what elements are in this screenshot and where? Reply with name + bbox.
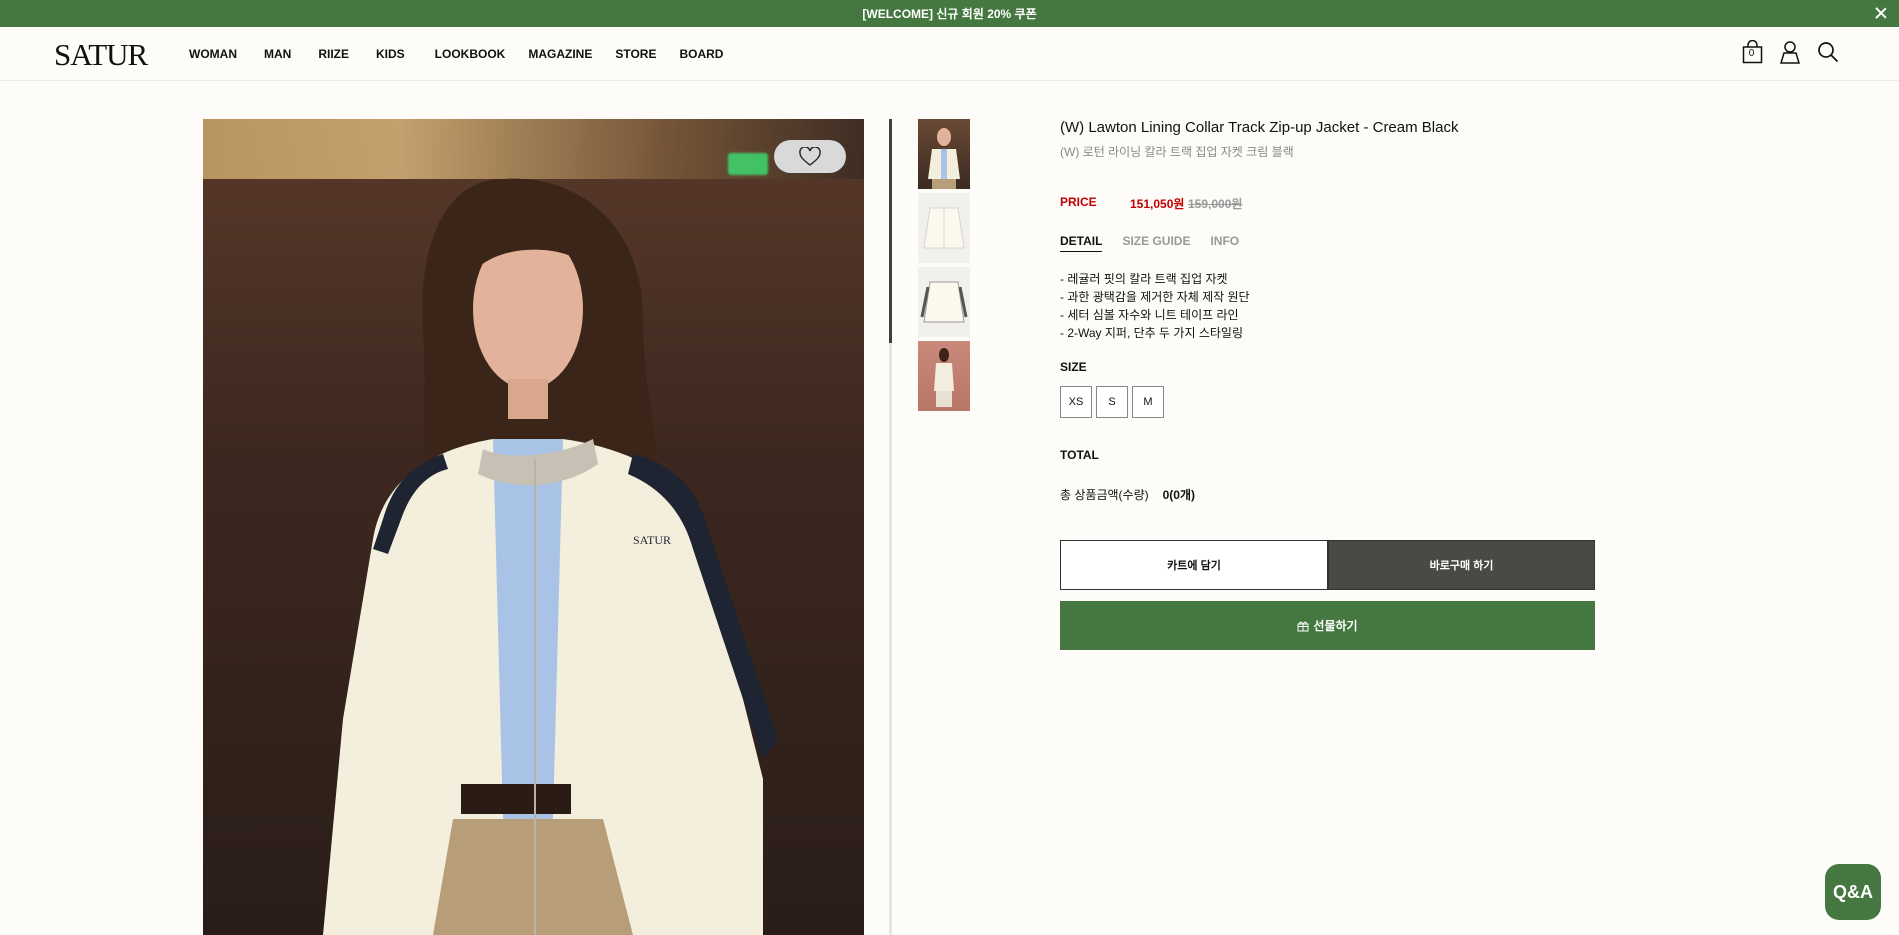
nav-man[interactable]: MAN (264, 47, 291, 61)
size-options: XS S M (1060, 386, 1164, 418)
thumbnail-3[interactable] (918, 267, 970, 337)
model-photo: SATUR (323, 178, 778, 935)
thumbnail-2[interactable] (918, 193, 970, 263)
gift-icon (1297, 621, 1309, 631)
total-amount-value: 0(0개) (1162, 488, 1195, 502)
add-to-cart-button[interactable]: 카트에 담기 (1060, 540, 1328, 590)
svg-text:SATUR: SATUR (633, 533, 671, 547)
close-icon[interactable] (1871, 3, 1891, 23)
product-tabs: DETAIL SIZE GUIDE INFO (1060, 234, 1239, 252)
detail-item: - 2-Way 지퍼, 단추 두 가지 스타일링 (1060, 326, 1243, 340)
satur-logo[interactable]: SATUR (54, 37, 148, 73)
detail-item: - 레귤러 핏의 칼라 트랙 집업 자켓 (1060, 272, 1228, 286)
gift-button[interactable]: 선물하기 (1060, 601, 1595, 650)
tab-size-guide[interactable]: SIZE GUIDE (1122, 234, 1190, 252)
price-label: PRICE (1060, 195, 1097, 209)
tab-info[interactable]: INFO (1210, 234, 1239, 252)
nav-store[interactable]: STORE (615, 47, 656, 61)
tab-detail[interactable]: DETAIL (1060, 234, 1103, 252)
heart-icon (799, 146, 821, 166)
total-amount-label: 총 상품금액(수량) (1060, 488, 1149, 502)
size-option-m[interactable]: M (1132, 386, 1164, 418)
thumbnail-4[interactable] (918, 341, 970, 411)
sale-price: 151,050원 (1130, 197, 1185, 211)
cart-count: 0 (1748, 48, 1755, 59)
size-option-s[interactable]: S (1096, 386, 1128, 418)
total-label: TOTAL (1060, 448, 1099, 462)
nav-board[interactable]: BOARD (679, 47, 723, 61)
nav-kids[interactable]: KIDS (376, 47, 405, 61)
original-price: 159,000원 (1188, 197, 1243, 211)
size-label: SIZE (1060, 360, 1087, 374)
product-title: (W) Lawton Lining Collar Track Zip-up Ja… (1060, 119, 1459, 136)
main-nav: WOMAN MAN RIIZE KIDS LOOKBOOK MAGAZINE S… (189, 47, 723, 61)
product-detail-list: - 레귤러 핏의 칼라 트랙 집업 자켓 - 과한 광택감을 제거한 자체 제작… (1060, 270, 1250, 342)
nav-woman[interactable]: WOMAN (189, 47, 237, 61)
product-main-image[interactable]: SATUR (203, 119, 864, 935)
size-option-xs[interactable]: XS (1060, 386, 1092, 418)
welcome-banner[interactable]: [WELCOME] 신규 회원 20% 쿠폰 (0, 0, 1899, 27)
header-icons: 0 (1741, 39, 1839, 65)
search-icon[interactable] (1817, 39, 1839, 65)
detail-item: - 과한 광택감을 제거한 자체 제작 원단 (1060, 290, 1250, 304)
nav-magazine[interactable]: MAGAZINE (528, 47, 592, 61)
nav-riize[interactable]: RIIZE (318, 47, 349, 61)
wishlist-button[interactable] (774, 140, 846, 173)
detail-item: - 세터 심볼 자수와 니트 테이프 라인 (1060, 308, 1239, 322)
gift-button-label: 선물하기 (1313, 619, 1358, 633)
cart-icon[interactable]: 0 (1741, 39, 1763, 65)
product-subtitle: (W) 로턴 라이닝 칼라 트랙 집업 자켓 크림 블랙 (1060, 145, 1294, 159)
total-row: 총 상품금액(수량) 0(0개) (1060, 486, 1195, 503)
nav-lookbook[interactable]: LOOKBOOK (435, 47, 506, 61)
thumbnail-1[interactable] (918, 119, 970, 189)
user-icon[interactable] (1779, 39, 1801, 65)
qa-button[interactable]: Q&A (1825, 864, 1881, 920)
gallery-scroll-thumb[interactable] (889, 119, 892, 343)
site-header: SATUR WOMAN MAN RIIZE KIDS LOOKBOOK MAGA… (0, 27, 1899, 81)
banner-text[interactable]: [WELCOME] 신규 회원 20% 쿠폰 (862, 5, 1036, 22)
buy-now-button[interactable]: 바로구매 하기 (1328, 540, 1595, 590)
